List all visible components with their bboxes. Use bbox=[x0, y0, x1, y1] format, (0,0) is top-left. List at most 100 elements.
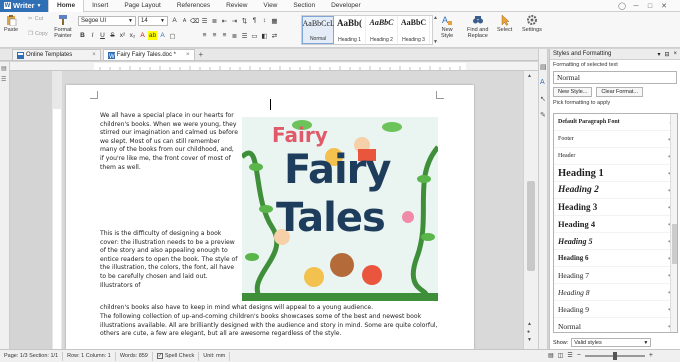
show-select[interactable]: Valid styles ▼ bbox=[571, 338, 652, 347]
style-row[interactable]: Normal↵ bbox=[554, 318, 677, 332]
web-view-icon[interactable]: ◫ bbox=[558, 352, 564, 359]
word-count[interactable]: Words: 859 bbox=[116, 351, 153, 361]
bold-icon[interactable]: B bbox=[78, 31, 87, 40]
show-marks-icon[interactable]: ¶ bbox=[250, 16, 259, 25]
clear-format-button[interactable]: Clear Format... bbox=[596, 87, 644, 97]
new-tab-icon[interactable]: + bbox=[195, 49, 208, 60]
style-gallery-heading-2[interactable]: AaBbC Heading 2 bbox=[366, 16, 398, 44]
close-icon[interactable]: × bbox=[186, 52, 190, 58]
character-border-icon[interactable]: ▢ bbox=[168, 31, 177, 40]
sort-icon[interactable]: ⇅ bbox=[240, 16, 249, 25]
style-row[interactable]: Heading 8↵ bbox=[554, 284, 677, 301]
bullets-icon[interactable]: ☰ bbox=[200, 16, 209, 25]
paragraph-2[interactable]: This is the difficulty of designing a bo… bbox=[100, 230, 238, 290]
decrease-indent-icon[interactable]: ⇤ bbox=[220, 16, 229, 25]
table-icon[interactable]: ▦ bbox=[270, 16, 279, 25]
text-effect-icon[interactable]: A bbox=[158, 31, 167, 40]
vertical-ruler[interactable] bbox=[52, 71, 62, 349]
format-icon[interactable]: A bbox=[540, 79, 545, 86]
style-row[interactable]: Heading 7↵ bbox=[554, 267, 677, 284]
paragraph-4[interactable]: The following collection of up-and-comin… bbox=[100, 313, 440, 339]
select-button[interactable]: Select bbox=[497, 14, 512, 33]
close-icon[interactable]: ✕ bbox=[658, 0, 670, 12]
page-indicator[interactable]: Page: 1/3 Section: 1/1 bbox=[0, 351, 64, 361]
clear-format-icon[interactable]: ⌫ bbox=[190, 16, 199, 25]
scroll-thumb[interactable] bbox=[672, 224, 677, 264]
pin-icon[interactable]: ⊟ bbox=[664, 51, 669, 58]
text-direction-icon[interactable]: ⇄ bbox=[270, 31, 279, 40]
menu-view[interactable]: View bbox=[255, 0, 285, 12]
cut-button[interactable]: ✂ Cut bbox=[28, 16, 43, 22]
style-row[interactable]: Heading 5↵ bbox=[554, 233, 677, 250]
style-row[interactable]: Heading 3↵ bbox=[554, 199, 677, 216]
maximize-icon[interactable]: □ bbox=[644, 0, 656, 12]
copy-button[interactable]: ❐ Copy bbox=[28, 31, 48, 37]
new-style-panel-button[interactable]: New Style... bbox=[553, 87, 593, 97]
style-list-scrollbar[interactable] bbox=[670, 114, 677, 332]
horizontal-ruler[interactable] bbox=[10, 62, 538, 71]
pages-icon[interactable]: ▤ bbox=[1, 65, 9, 73]
menu-review[interactable]: Review bbox=[218, 0, 255, 12]
highlight-icon[interactable]: ab bbox=[148, 31, 157, 40]
selection-icon[interactable]: ↖ bbox=[540, 95, 546, 103]
previous-page-icon[interactable]: ▲ bbox=[527, 321, 532, 327]
scroll-thumb[interactable] bbox=[527, 181, 535, 271]
italic-icon[interactable]: I bbox=[88, 31, 97, 40]
navigation-icon[interactable]: ☰ bbox=[1, 76, 9, 84]
align-center-icon[interactable]: ≡ bbox=[210, 31, 219, 40]
borders-icon[interactable]: ▭ bbox=[250, 31, 259, 40]
style-row[interactable]: Heading 2↵ bbox=[554, 182, 677, 199]
strikethrough-icon[interactable]: S bbox=[108, 31, 117, 40]
styles-panel-icon[interactable]: ▤ bbox=[540, 63, 547, 71]
book-cover-illustration[interactable]: Fairy Fairy Tales bbox=[242, 117, 438, 301]
style-row[interactable]: Heading 6↵ bbox=[554, 250, 677, 267]
outline-view-icon[interactable]: ☰ bbox=[567, 352, 572, 359]
style-row[interactable]: Heading 9↵ bbox=[554, 301, 677, 318]
menu-references[interactable]: References bbox=[169, 0, 218, 12]
paragraph-3[interactable]: children's books also have to keep in mi… bbox=[100, 304, 440, 313]
close-icon[interactable]: × bbox=[92, 52, 96, 58]
current-style-box[interactable]: Normal bbox=[553, 71, 677, 84]
style-gallery-heading-1[interactable]: AaBb( Heading 1 bbox=[334, 16, 366, 44]
paste-button[interactable]: Paste bbox=[4, 14, 18, 33]
zoom-in-icon[interactable]: + bbox=[649, 352, 653, 359]
zoom-slider[interactable] bbox=[584, 351, 645, 360]
font-size-select[interactable]: 14 ▼ bbox=[138, 16, 168, 26]
tab-online-templates[interactable]: Online Templates × bbox=[12, 49, 101, 60]
shading-icon[interactable]: ◧ bbox=[260, 31, 269, 40]
gallery-scroll[interactable]: ▲ ▼ bbox=[433, 15, 439, 45]
style-row[interactable]: Header↵ bbox=[554, 148, 677, 165]
align-right-icon[interactable]: ≡ bbox=[220, 31, 229, 40]
style-row[interactable]: Heading 4↵ bbox=[554, 216, 677, 233]
navigator-icon[interactable]: ✎ bbox=[540, 111, 546, 119]
align-left-icon[interactable]: ≡ bbox=[200, 31, 209, 40]
superscript-icon[interactable]: x² bbox=[118, 31, 127, 40]
new-style-button[interactable]: A New Style bbox=[441, 14, 453, 39]
select-browse-icon[interactable]: ● bbox=[527, 329, 530, 335]
settings-button[interactable]: Settings bbox=[522, 14, 542, 33]
line-spacing-icon[interactable]: ↕ bbox=[260, 16, 269, 25]
find-replace-button[interactable]: Find and Replace bbox=[467, 14, 488, 39]
font-name-select[interactable]: Segoe UI ▼ bbox=[78, 16, 136, 26]
zoom-out-icon[interactable]: − bbox=[577, 352, 581, 359]
minimize-icon[interactable]: ─ bbox=[630, 0, 642, 12]
subscript-icon[interactable]: x₂ bbox=[128, 31, 137, 40]
justify-icon[interactable]: ≣ bbox=[230, 31, 239, 40]
font-color-icon[interactable]: A bbox=[138, 31, 147, 40]
increase-indent-icon[interactable]: ⇥ bbox=[230, 16, 239, 25]
menu-insert[interactable]: Insert bbox=[84, 0, 116, 12]
document-page[interactable]: We all have a special place in our heart… bbox=[66, 85, 474, 349]
style-gallery-normal[interactable]: AaBbCcL Normal bbox=[302, 16, 334, 44]
grow-font-icon[interactable]: A bbox=[170, 16, 179, 25]
format-painter-button[interactable]: Format Painter bbox=[52, 14, 74, 39]
menu-home[interactable]: Home bbox=[48, 0, 85, 12]
page-view-icon[interactable]: ▤ bbox=[548, 352, 554, 359]
zoom-slider-thumb[interactable] bbox=[612, 351, 617, 360]
next-page-icon[interactable]: ▼ bbox=[527, 337, 532, 343]
underline-icon[interactable]: U bbox=[98, 31, 107, 40]
menu-developer[interactable]: Developer bbox=[323, 0, 369, 12]
spell-check-toggle[interactable]: ✓ Spell Check bbox=[153, 351, 200, 361]
menu-section[interactable]: Section bbox=[285, 0, 323, 12]
distributed-icon[interactable]: ☰ bbox=[240, 31, 249, 40]
style-gallery-heading-3[interactable]: AaBbC Heading 3 bbox=[398, 16, 430, 44]
